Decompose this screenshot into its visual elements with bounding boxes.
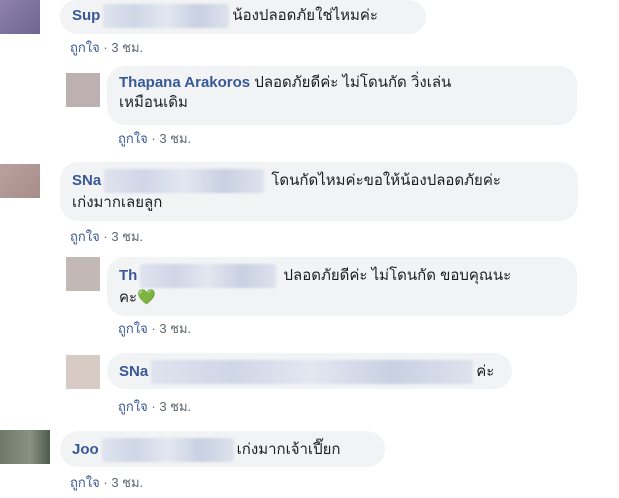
timestamp[interactable]: 3 ชม. (159, 399, 191, 414)
redacted-name (151, 360, 474, 384)
separator: · (103, 229, 108, 244)
avatar[interactable] (66, 73, 100, 107)
like-button[interactable]: ถูกใจ (70, 475, 100, 490)
timestamp[interactable]: 3 ชม. (111, 229, 143, 244)
timestamp[interactable]: 3 ชม. (111, 40, 143, 55)
separator: · (151, 131, 156, 146)
avatar[interactable] (0, 430, 50, 464)
commenter-name[interactable]: SNa (72, 172, 101, 189)
like-button[interactable]: ถูกใจ (118, 321, 148, 336)
comment-text: น้องปลอดภัยใช่ไหมค่ะ (232, 6, 378, 24)
redacted-name (101, 438, 234, 462)
commenter-name[interactable]: Thapana Arakoros (119, 74, 250, 91)
comment-bubble: SNa ค่ะ (107, 353, 512, 389)
redacted-name (104, 169, 265, 193)
timestamp[interactable]: 3 ชม. (159, 321, 191, 336)
comment-text: ปลอดภัยดีค่ะ ไม่โดนกัด ขอบคุณนะ (283, 266, 512, 284)
comment-text: ค่ะ (476, 362, 495, 380)
separator: · (151, 399, 156, 414)
commenter-name[interactable]: Joo (72, 441, 99, 458)
comment-bubble: Sup น้องปลอดภัยใช่ไหมค่ะ (60, 0, 426, 34)
comment-bubble: Th ปลอดภัยดีค่ะ ไม่โดนกัด ขอบคุณนะ คะ💚 (107, 257, 577, 316)
comment-text: โดนกัดไหมค่ะขอให้น้องปลอดภัยค่ะ (271, 171, 501, 189)
comment-text: เก่งมากเจ้าเปี๊ยก (236, 440, 341, 458)
comment-actions: ถูกใจ · 3 ชม. (118, 396, 191, 417)
comment-actions: ถูกใจ · 3 ชม. (70, 472, 143, 493)
separator: · (151, 321, 156, 336)
comment-text-line2: คะ (119, 289, 138, 306)
avatar[interactable] (66, 355, 100, 389)
timestamp[interactable]: 3 ชม. (111, 475, 143, 490)
separator: · (103, 40, 108, 55)
commenter-name[interactable]: Sup (72, 7, 100, 24)
separator: · (103, 475, 108, 490)
avatar[interactable] (0, 164, 40, 198)
like-button[interactable]: ถูกใจ (118, 399, 148, 414)
green-heart-emoji: 💚 (137, 289, 156, 306)
comment-actions: ถูกใจ · 3 ชม. (118, 318, 191, 339)
like-button[interactable]: ถูกใจ (70, 40, 100, 55)
commenter-name[interactable]: Th (119, 267, 137, 284)
redacted-name (140, 264, 277, 288)
comment-text: ปลอดภัยดีค่ะ ไม่โดนกัด วิ่งเล่น (254, 74, 452, 91)
avatar[interactable] (66, 257, 100, 291)
redacted-name (103, 4, 230, 28)
comment-actions: ถูกใจ · 3 ชม. (70, 37, 143, 58)
like-button[interactable]: ถูกใจ (70, 229, 100, 244)
comment-bubble: SNa โดนกัดไหมค่ะขอให้น้องปลอดภัยค่ะ เก่ง… (60, 162, 578, 221)
comment-bubble: Thapana Arakoros ปลอดภัยดีค่ะ ไม่โดนกัด … (107, 66, 577, 125)
timestamp[interactable]: 3 ชม. (159, 131, 191, 146)
avatar[interactable] (0, 0, 40, 34)
comment-text-line2: เก่งมากเลยลูก (72, 194, 163, 211)
comment-text-line2: เหมือนเดิม (119, 94, 188, 111)
commenter-name[interactable]: SNa (119, 363, 148, 380)
comment-actions: ถูกใจ · 3 ชม. (118, 128, 191, 149)
like-button[interactable]: ถูกใจ (118, 131, 148, 146)
comment-bubble: Joo เก่งมากเจ้าเปี๊ยก (60, 431, 385, 467)
comment-actions: ถูกใจ · 3 ชม. (70, 226, 143, 247)
